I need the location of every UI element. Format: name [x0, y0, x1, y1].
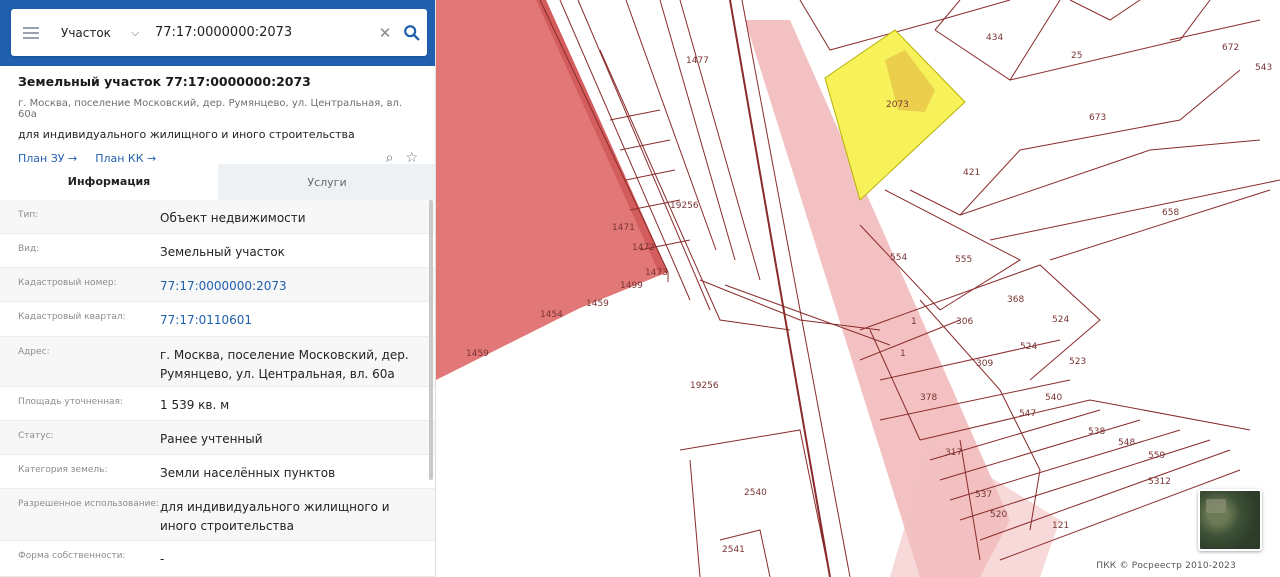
parcel-label: 1473 — [645, 268, 668, 278]
parcel-label: 538 — [1088, 427, 1105, 437]
field-label: Адрес: — [18, 347, 50, 357]
parcel-label: 548 — [1118, 438, 1135, 448]
parcel-label: 1459 — [586, 299, 609, 309]
parcel-label: 25 — [1071, 51, 1082, 61]
parcel-label: 672 — [1222, 43, 1239, 53]
menu-icon[interactable] — [11, 24, 51, 42]
satellite-layer-toggle[interactable] — [1198, 489, 1262, 551]
parcel-label: 378 — [920, 393, 937, 403]
plan-zu-link[interactable]: План ЗУ → — [18, 152, 77, 165]
parcel-label: 2540 — [744, 488, 767, 498]
parcel-label: 540 — [1045, 393, 1062, 403]
parcel-label: 537 — [975, 490, 992, 500]
parcel-label: 543 — [1255, 63, 1272, 73]
parcel-label: 19256 — [690, 381, 719, 391]
plan-kk-link[interactable]: План КК → — [95, 152, 156, 165]
field-label: Вид: — [18, 244, 40, 254]
field-label: Статус: — [18, 431, 54, 441]
field-value: Объект недвижимости — [160, 211, 306, 225]
info-panel: ‹ Участок ⌵ 77:17:0000000:2073 ✕ Земельн… — [0, 0, 436, 577]
parcel-label: 1477 — [686, 56, 709, 66]
field-label: Площадь уточненная: — [18, 397, 123, 407]
parcel-label: 368 — [1007, 295, 1024, 305]
parcel-label: 434 — [986, 33, 1003, 43]
parcel-label: 524 — [1020, 342, 1037, 352]
parcel-label: 559 — [1148, 451, 1165, 461]
map-attribution: ПКК © Росреестр 2010-2023 — [1096, 561, 1236, 571]
parcel-label: 309 — [976, 359, 993, 369]
search-type-select[interactable]: Участок — [51, 26, 131, 40]
table-row: Вид: Земельный участок — [0, 234, 435, 268]
parcel-label: 547 — [1019, 409, 1036, 419]
parcel-label: 555 — [955, 255, 972, 265]
parcel-label: 673 — [1089, 113, 1106, 123]
object-title: Земельный участок 77:17:0000000:2073 — [18, 74, 311, 89]
field-label: Форма собственности: — [18, 551, 126, 561]
parcel-label: 1454 — [540, 310, 563, 320]
field-value: Земельный участок — [160, 245, 285, 259]
cadastral-quarter-link[interactable]: 77:17:0110601 — [160, 302, 435, 336]
parcel-label: 1472 — [632, 243, 655, 253]
table-row: Адрес: г. Москва, поселение Московский, д… — [0, 337, 435, 387]
parcel-label: 306 — [956, 317, 973, 327]
parcel-label: 1459 — [466, 349, 489, 359]
table-row: Кадастровый квартал: 77:17:0110601 — [0, 302, 435, 337]
search-input[interactable]: 77:17:0000000:2073 — [149, 25, 373, 40]
chevron-down-icon[interactable]: ⌵ — [131, 26, 149, 40]
field-label: Кадастровый квартал: — [18, 312, 126, 322]
field-value: для индивидуального жилищного и иного ст… — [160, 500, 390, 533]
parcel-label: 1 — [900, 349, 906, 359]
parcel-label: 5312 — [1148, 477, 1171, 487]
clear-icon[interactable]: ✕ — [373, 24, 397, 42]
tabs: Информация Услуги — [0, 164, 435, 200]
cadastral-number-link[interactable]: 77:17:0000000:2073 — [160, 268, 435, 301]
tab-services[interactable]: Услуги — [218, 164, 435, 200]
field-value: Ранее учтенный — [160, 432, 263, 446]
parcel-label: 554 — [890, 253, 907, 263]
field-label: Категория земель: — [18, 465, 108, 475]
field-value: Земли населённых пунктов — [160, 466, 336, 480]
info-table: Тип: Объект недвижимости Вид: Земельный уч… — [0, 200, 435, 577]
field-value: - — [160, 552, 165, 566]
parcel-label: 1471 — [612, 223, 635, 233]
table-row: Кадастровый номер: 77:17:0000000:2073 — [0, 268, 435, 302]
search-icon[interactable] — [397, 24, 427, 42]
table-row: Разрешенное использование: для индивидуал… — [0, 489, 435, 541]
field-value: 1 539 кв. м — [160, 398, 230, 412]
table-row: Тип: Объект недвижимости — [0, 200, 435, 234]
parcel-label: 658 — [1162, 208, 1179, 218]
field-label: Разрешенное использование: — [18, 499, 160, 509]
parcel-label: 524 — [1052, 315, 1069, 325]
parcel-label: 520 — [990, 510, 1007, 520]
table-row: Форма собственности: - — [0, 541, 435, 577]
object-purpose: для индивидуального жилищного и иного ст… — [18, 128, 355, 141]
parcel-label: 1499 — [620, 281, 643, 291]
parcel-label: 1 — [911, 317, 917, 327]
field-label: Кадастровый номер: — [18, 278, 117, 288]
parcel-label: 2541 — [722, 545, 745, 555]
field-label: Тип: — [18, 210, 39, 220]
parcel-label: 523 — [1069, 357, 1086, 367]
object-address: г. Москва, поселение Московский, дер. Ру… — [18, 98, 403, 120]
table-row: Площадь уточненная: 1 539 кв. м — [0, 387, 435, 421]
field-value: г. Москва, поселение Московский, дер. Ру… — [160, 348, 409, 381]
scrollbar[interactable] — [429, 200, 433, 480]
search-bar: Участок ⌵ 77:17:0000000:2073 ✕ — [11, 9, 427, 56]
table-row: Категория земель: Земли населённых пункто… — [0, 455, 435, 489]
parcel-label: 19256 — [670, 201, 699, 211]
parcel-label: 317 — [945, 448, 962, 458]
tab-info[interactable]: Информация — [0, 164, 218, 200]
table-row: Статус: Ранее учтенный — [0, 421, 435, 455]
parcel-label: 121 — [1052, 521, 1069, 531]
parcel-label: 2073 — [886, 100, 909, 110]
parcel-label: 421 — [963, 168, 980, 178]
